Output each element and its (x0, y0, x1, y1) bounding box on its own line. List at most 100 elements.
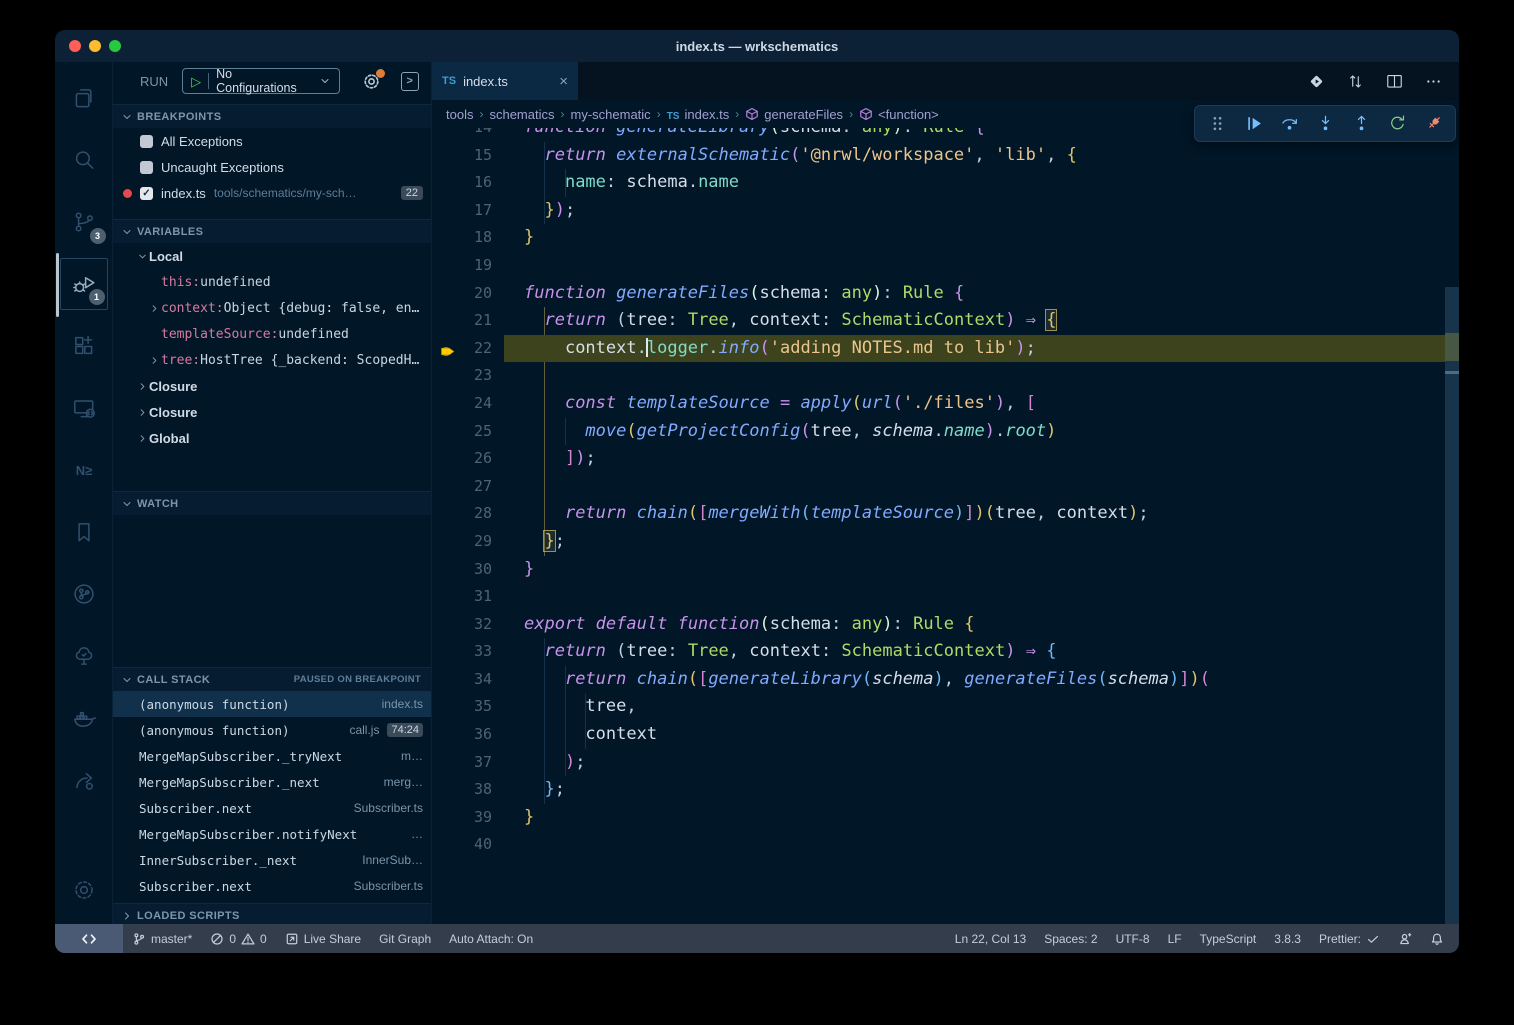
code-line: 38 }; (432, 776, 1459, 804)
activity-nx-console-button[interactable]: N≥ (60, 444, 108, 496)
breakpoint-row[interactable]: ✓index.tstools/schematics/my-sch…22 (113, 180, 431, 206)
variable-row[interactable]: templateSource: undefined (113, 321, 431, 347)
continue-button[interactable] (1239, 110, 1267, 138)
tab-index-ts[interactable]: TS index.ts × (432, 62, 578, 100)
status-git-branch[interactable]: master* (123, 924, 201, 953)
call-stack-frame[interactable]: (anonymous function)call.js74:24 (113, 717, 431, 743)
breadcrumb-item[interactable]: my-schematic (571, 107, 651, 122)
activity-bookmarks-button[interactable] (60, 506, 108, 558)
open-changes-icon[interactable] (1307, 72, 1326, 91)
status-indentation[interactable]: Spaces: 2 (1035, 924, 1106, 953)
variables-section-header[interactable]: VARIABLES (113, 219, 431, 243)
activity-source-control-button[interactable]: 3 (60, 196, 108, 248)
remote-indicator[interactable] (55, 924, 123, 953)
status-ts-version[interactable]: 3.8.3 (1265, 924, 1310, 953)
watch-section-header[interactable]: WATCH (113, 491, 431, 515)
scope-row[interactable]: Global (113, 425, 431, 451)
code-token: ( (800, 421, 810, 441)
breakpoints-section-header[interactable]: BREAKPOINTS (113, 104, 431, 128)
code-token: ( (759, 614, 769, 634)
activity-explorer-button[interactable] (60, 72, 108, 124)
drag-handle-button[interactable] (1203, 110, 1231, 138)
breadcrumb-item[interactable]: schematics (489, 107, 554, 122)
status-encoding[interactable]: UTF-8 (1107, 924, 1159, 953)
breakpoint-row[interactable]: All Exceptions (113, 128, 431, 154)
loaded-scripts-section-header[interactable]: LOADED SCRIPTS (113, 903, 431, 924)
status-auto-attach[interactable]: Auto Attach: On (440, 924, 542, 953)
status-cursor-position[interactable]: Ln 22, Col 13 (946, 924, 1035, 953)
close-tab-icon[interactable]: × (559, 73, 568, 90)
call-stack-frame[interactable]: InnerSubscriber._nextInnerSub… (113, 847, 431, 873)
activity-gitlens-button[interactable] (60, 568, 108, 620)
code-editor[interactable]: 14function generateLibrary(schema: any):… (432, 128, 1459, 924)
status-eol[interactable]: LF (1159, 924, 1191, 953)
call-stack-section-header[interactable]: CALL STACK PAUSED ON BREAKPOINT (113, 667, 431, 691)
call-stack-frame[interactable]: (anonymous function)index.ts (113, 691, 431, 717)
typescript-file-icon: TS (442, 75, 456, 87)
activity-remote-explorer-button[interactable] (60, 382, 108, 434)
status-feedback[interactable] (1389, 924, 1421, 953)
minimize-window-button[interactable] (89, 40, 101, 52)
launch-config-dropdown[interactable]: ▷ No Configurations (182, 68, 339, 94)
scope-row[interactable]: Closure (113, 399, 431, 425)
scope-row[interactable]: Closure (113, 373, 431, 399)
close-window-button[interactable] (69, 40, 81, 52)
code-line: 40 (432, 831, 1459, 859)
activity-search-button[interactable] (60, 134, 108, 186)
code-line: 39} (432, 804, 1459, 832)
debug-settings-gear-button[interactable] (362, 72, 381, 91)
activity-run-debug-button[interactable]: 1 (60, 258, 108, 310)
status-notifications[interactable] (1421, 924, 1453, 953)
editor-scrollbar[interactable] (1445, 287, 1459, 924)
breadcrumb-item[interactable]: <function> (859, 107, 939, 122)
step-into-button[interactable] (1311, 110, 1339, 138)
activity-testing-button[interactable] (60, 630, 108, 682)
code-token: function (524, 128, 606, 137)
breakpoint-checkbox[interactable] (140, 161, 153, 174)
scope-row[interactable]: Local (113, 243, 431, 269)
status-prettier[interactable]: Prettier: (1310, 924, 1389, 953)
more-actions-icon[interactable] (1424, 72, 1443, 91)
status-problems[interactable]: 00 (201, 924, 275, 953)
breakpoint-row[interactable]: Uncaught Exceptions (113, 154, 431, 180)
frame-name: MergeMapSubscriber._next (139, 775, 320, 790)
call-stack-frame[interactable]: MergeMapSubscriber._nextmerg… (113, 769, 431, 795)
split-editor-icon[interactable] (1385, 72, 1404, 91)
status-git-graph[interactable]: Git Graph (370, 924, 440, 953)
activity-extensions-button[interactable] (60, 320, 108, 372)
breadcrumb-item[interactable]: tools (446, 107, 473, 122)
variable-row[interactable]: this: undefined (113, 269, 431, 295)
status-language[interactable]: TypeScript (1191, 924, 1266, 953)
activity-settings-button[interactable] (60, 864, 108, 916)
paused-status-badge: PAUSED ON BREAKPOINT (294, 674, 421, 685)
chevron-down-icon (121, 674, 133, 686)
breadcrumb-label: my-schematic (571, 107, 651, 122)
code-token: url (862, 393, 893, 413)
breakpoint-checkbox[interactable] (140, 135, 153, 148)
call-stack-frame[interactable]: MergeMapSubscriber._tryNextm… (113, 743, 431, 769)
variable-row[interactable]: tree: HostTree {_backend: ScopedH… (113, 347, 431, 373)
restart-button[interactable] (1383, 110, 1411, 138)
code-text: function generateFiles(schema: any): Rul… (524, 280, 964, 308)
status-live-share[interactable]: Live Share (276, 924, 370, 953)
disconnect-button[interactable] (1419, 110, 1447, 138)
breadcrumb-item[interactable]: generateFiles (745, 107, 843, 122)
breakpoint-checkbox[interactable]: ✓ (140, 187, 153, 200)
activity-live-share-button[interactable] (60, 754, 108, 806)
breakpoints-title: BREAKPOINTS (137, 111, 221, 123)
variable-row[interactable]: context: Object {debug: false, en… (113, 295, 431, 321)
code-token (524, 641, 544, 661)
step-over-button[interactable] (1275, 110, 1303, 138)
activity-docker-button[interactable] (60, 692, 108, 744)
debug-console-button[interactable]: > (401, 72, 419, 91)
call-stack-frame[interactable]: Subscriber.nextSubscriber.ts (113, 795, 431, 821)
call-stack-frame[interactable]: Subscriber.nextSubscriber.ts (113, 873, 431, 899)
code-token: : (831, 614, 851, 634)
start-debug-icon[interactable]: ▷ (191, 75, 201, 88)
remote-explorer-icon (71, 395, 97, 421)
zoom-window-button[interactable] (109, 40, 121, 52)
breadcrumb-item[interactable]: TSindex.ts (667, 107, 730, 122)
call-stack-frame[interactable]: MergeMapSubscriber.notifyNext… (113, 821, 431, 847)
compare-changes-icon[interactable] (1346, 72, 1365, 91)
step-out-button[interactable] (1347, 110, 1375, 138)
